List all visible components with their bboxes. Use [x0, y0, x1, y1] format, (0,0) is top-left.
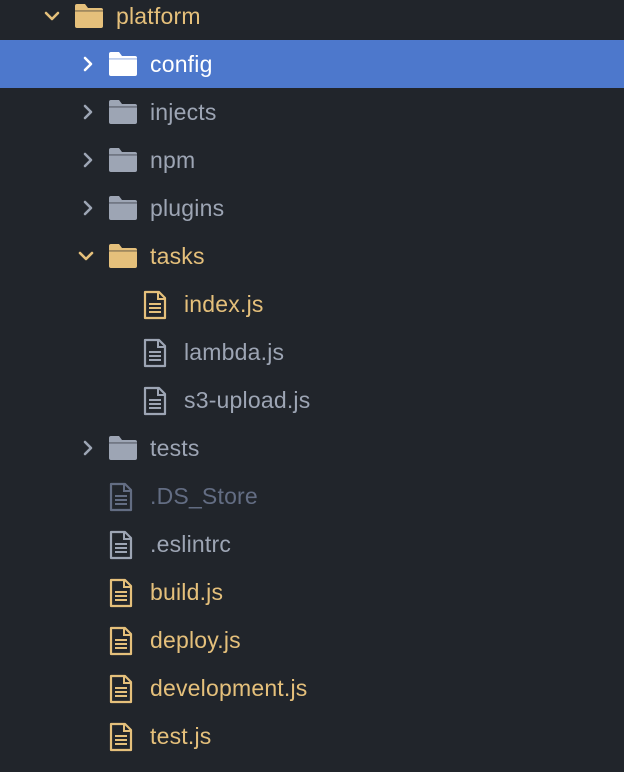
chevron-right-icon[interactable]	[78, 54, 98, 74]
file-text-icon	[108, 674, 138, 704]
tree-item-label: s3-upload.js	[184, 387, 311, 413]
file-text-icon	[142, 338, 172, 368]
tree-item-label: build.js	[150, 579, 224, 605]
tree-item-label: platform	[116, 3, 201, 29]
tree-item-label: test.js	[150, 723, 212, 749]
file-text-icon	[108, 482, 138, 512]
tree-item-injects[interactable]: injects	[0, 88, 624, 136]
file-text-icon	[142, 290, 172, 320]
tree-item-tasks[interactable]: tasks	[0, 232, 624, 280]
tree-item-development-js[interactable]: development.js	[0, 664, 624, 712]
folder-icon	[108, 50, 138, 78]
tree-item-plugins[interactable]: plugins	[0, 184, 624, 232]
tree-item-label: tasks	[150, 243, 205, 269]
tree-item-label: lambda.js	[184, 339, 285, 365]
tree-item-label: development.js	[150, 675, 308, 701]
folder-icon	[108, 242, 138, 270]
folder-icon	[108, 194, 138, 222]
folder-icon	[108, 434, 138, 462]
tree-item-platform[interactable]: platform	[0, 0, 624, 40]
chevron-right-icon[interactable]	[78, 438, 98, 458]
file-text-icon	[108, 722, 138, 752]
tree-item-label: npm	[150, 147, 196, 173]
tree-item-label: index.js	[184, 291, 264, 317]
tree-item-eslintrc[interactable]: .eslintrc	[0, 520, 624, 568]
chevron-down-icon[interactable]	[42, 6, 62, 26]
tree-item-label: .eslintrc	[150, 531, 232, 557]
folder-icon	[74, 2, 104, 30]
tree-item-label: injects	[150, 99, 217, 125]
tree-item-ds-store[interactable]: .DS_Store	[0, 472, 624, 520]
folder-icon	[108, 98, 138, 126]
file-text-icon	[108, 626, 138, 656]
tree-item-s3-upload-js[interactable]: s3-upload.js	[0, 376, 624, 424]
file-text-icon	[142, 386, 172, 416]
file-text-icon	[108, 530, 138, 560]
chevron-right-icon[interactable]	[78, 198, 98, 218]
chevron-down-icon[interactable]	[76, 246, 96, 266]
tree-item-test-js[interactable]: test.js	[0, 712, 624, 760]
chevron-right-icon[interactable]	[78, 150, 98, 170]
file-text-icon	[108, 578, 138, 608]
tree-item-deploy-js[interactable]: deploy.js	[0, 616, 624, 664]
tree-item-label: plugins	[150, 195, 225, 221]
tree-item-label: config	[150, 51, 213, 77]
folder-icon	[108, 146, 138, 174]
tree-item-label: deploy.js	[150, 627, 241, 653]
tree-item-label: .DS_Store	[150, 483, 258, 509]
tree-item-lambda-js[interactable]: lambda.js	[0, 328, 624, 376]
tree-item-npm[interactable]: npm	[0, 136, 624, 184]
tree-item-tests[interactable]: tests	[0, 424, 624, 472]
tree-item-build-js[interactable]: build.js	[0, 568, 624, 616]
tree-item-label: tests	[150, 435, 200, 461]
tree-item-config[interactable]: config	[0, 40, 624, 88]
file-tree: platform config injects npm plugins task…	[0, 0, 624, 772]
chevron-right-icon[interactable]	[78, 102, 98, 122]
tree-item-index-js[interactable]: index.js	[0, 280, 624, 328]
